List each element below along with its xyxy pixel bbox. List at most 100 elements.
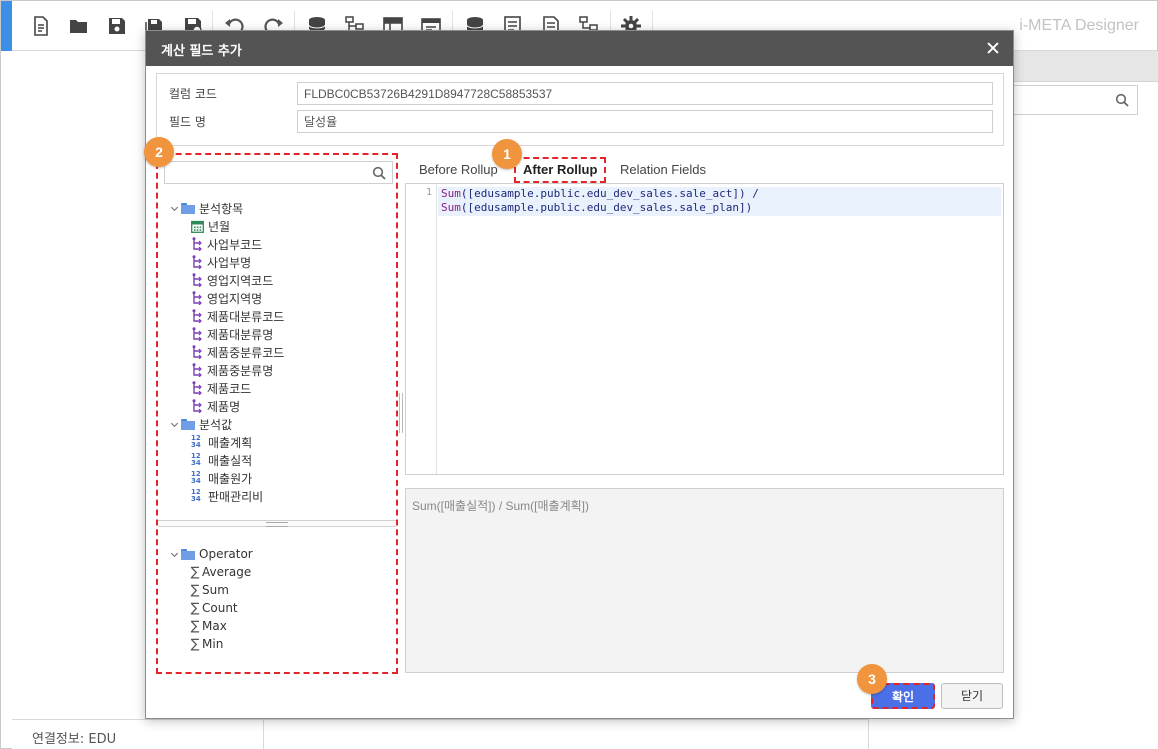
hierarchy-icon [191,309,203,323]
field-tree: 분석항목년월 사업부코드사업부명영업지역코드영업지역명제품대분류코드제품대분류명제… [158,191,396,521]
tab-after-rollup[interactable]: After Rollup [514,157,607,183]
tree-item-label: 제품명 [207,399,241,414]
tree-item-label: 제품코드 [207,381,252,396]
tree-item[interactable]: 제품중분류명 [191,361,273,379]
new-file-icon[interactable] [29,14,53,38]
hierarchy-icon [191,291,203,305]
field-name-field[interactable] [297,110,993,133]
hierarchy-icon [191,345,203,359]
operator-item[interactable]: ∑ Count [189,599,238,617]
tree-item-label: 판매관리비 [208,489,264,504]
save-icon[interactable] [105,14,129,38]
formula-preview: Sum([매출실적]) / Sum([매출계획]) [405,488,1004,673]
tree-item[interactable]: 제품대분류코드 [191,307,284,325]
hierarchy-icon [191,399,203,413]
tree-item[interactable]: 영업지역코드 [191,271,273,289]
hierarchy-icon [191,237,203,251]
close-button[interactable]: 닫기 [941,683,1003,709]
sigma-icon: ∑ [190,636,200,652]
tree-item-label: 매출원가 [208,471,253,486]
numeric-icon: 12 34 [191,452,201,467]
search-icon[interactable] [1115,93,1129,110]
numeric-icon: 12 34 [191,470,201,485]
editor-gutter: 1 [406,184,437,474]
close-icon[interactable] [983,38,1003,58]
folder-icon [181,202,195,214]
tree-item-label: 제품중분류명 [207,363,274,378]
app-title: i-META Designer [1019,17,1139,34]
tree-item-label: 사업부명 [207,255,252,270]
tree-item-label: 년월 [208,219,231,234]
tree-item-label: 매출실적 [208,453,253,468]
search-icon[interactable] [372,166,386,183]
callout-badge-1: 1 [492,139,522,169]
operator-item[interactable]: ∑ Max [189,617,227,635]
dialog-header: 계산 필드 추가 [146,31,1013,66]
tree-item-label: 매출계획 [208,435,253,450]
calendar-icon [191,220,204,233]
operator-item[interactable]: ∑ Sum [189,581,229,599]
tree-item[interactable]: 사업부명 [191,253,251,271]
column-code-field[interactable] [297,82,993,105]
operator-item[interactable]: ∑ Min [189,635,224,653]
tree-item-label: 제품대분류코드 [207,309,285,324]
formula-editor[interactable]: 1 Sum([edusample.public.edu_dev_sales.sa… [405,183,1004,475]
add-calculated-field-dialog: 계산 필드 추가 컬럼 코드 필드 명 분석항목년월사업부코드사업부명영업지역코… [144,30,1014,719]
tree-item-label: 영업지역코드 [207,273,274,288]
hierarchy-icon [191,273,203,287]
field-name-label: 필드 명 [169,115,206,129]
tree-item[interactable]: 제품대분류명 [191,325,273,343]
folder-icon [181,418,195,430]
open-folder-icon[interactable] [67,14,91,38]
tree-item-label: 제품대분류명 [207,327,274,342]
tree-folder-analysis-values[interactable]: 분석값 [170,415,232,433]
chevron-down-icon[interactable] [170,204,179,213]
tree-folder-label: Operator [199,547,253,561]
status-bar: 연결정보: EDU [12,719,868,749]
folder-icon [181,548,195,560]
status-divider [263,720,264,749]
tree-item-label: 영업지역명 [207,291,263,306]
column-code-label: 컬럼 코드 [169,87,217,101]
tree-item[interactable]: 사업부코드 [191,235,262,253]
chevron-down-icon[interactable] [170,550,179,559]
sigma-icon: ∑ [190,618,200,634]
tree-folder-label: 분석값 [199,417,233,432]
tree-item[interactable]: 영업지역명 [191,289,262,307]
tree-folder-analysis-items[interactable]: 분석항목 [170,199,243,217]
tree-item[interactable]: 12 34 매출실적 [191,451,252,469]
operator-label: Sum [202,583,229,597]
tree-folder-operator[interactable]: Operator [170,545,253,563]
code-line: Sum([edusample.public.edu_dev_sales.sale… [441,201,753,214]
operator-label: Max [202,619,227,633]
numeric-icon: 12 34 [191,434,201,449]
hierarchy-icon [191,363,203,377]
sigma-icon: ∑ [190,600,200,616]
code-line: Sum([edusample.public.edu_dev_sales.sale… [441,187,759,200]
hierarchy-icon [191,255,203,269]
tree-folder-label: 분석항목 [199,201,244,216]
tree-search-input[interactable] [164,161,393,184]
chevron-down-icon[interactable] [170,420,179,429]
callout-badge-2: 2 [144,137,174,167]
tree-item[interactable]: 12 34 매출계획 [191,433,252,451]
tab-before-rollup[interactable]: Before Rollup [419,157,498,183]
tree-item[interactable]: 제품명 [191,397,240,415]
tree-item[interactable]: 12 34 매출원가 [191,469,252,487]
tab-relation-fields[interactable]: Relation Fields [620,157,706,183]
operator-item[interactable]: ∑ Average [189,563,252,581]
sigma-icon: ∑ [190,582,200,598]
app-accent-bar [1,1,12,51]
operator-label: Average [202,565,252,579]
sigma-icon: ∑ [190,564,200,580]
numeric-icon: 12 34 [191,488,201,503]
panel-resize-handle[interactable] [399,393,403,433]
tree-item[interactable]: 12 34 판매관리비 [191,487,263,505]
tree-item[interactable]: 년월 [191,217,230,235]
tree-splitter-handle[interactable] [158,520,396,527]
operator-label: Min [202,637,224,651]
tree-item[interactable]: 제품코드 [191,379,251,397]
preview-text: Sum([매출실적]) / Sum([매출계획]) [412,499,589,513]
tree-item[interactable]: 제품중분류코드 [191,343,284,361]
tree-item-label: 제품중분류코드 [207,345,285,360]
